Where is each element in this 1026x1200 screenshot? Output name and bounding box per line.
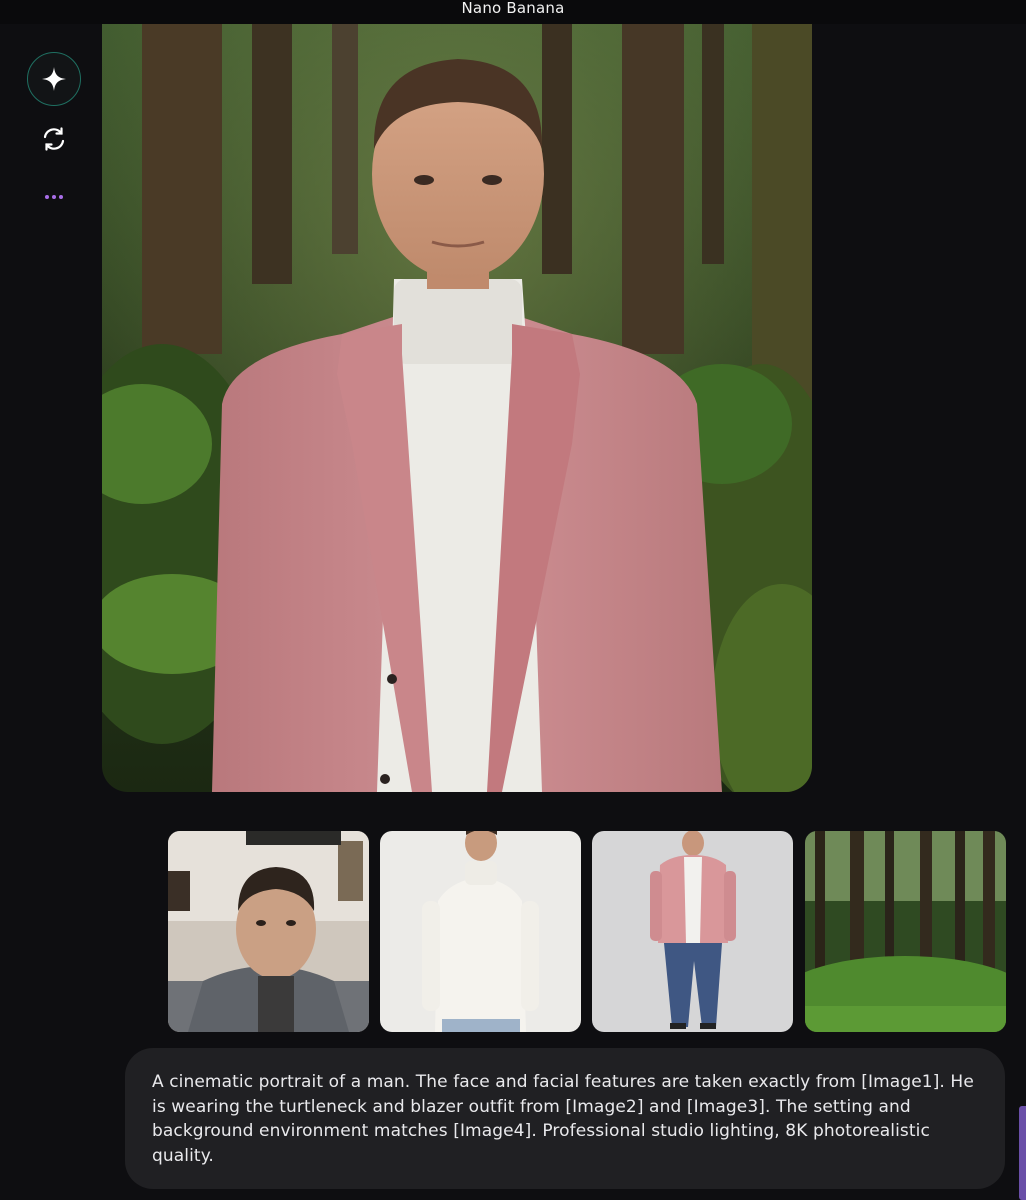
generated-image[interactable]	[102, 24, 812, 792]
top-bar: Nano Banana	[0, 0, 1026, 24]
refresh-button[interactable]	[27, 112, 81, 166]
sidebar	[0, 24, 100, 1200]
refresh-icon	[40, 125, 68, 153]
prompt-box[interactable]: A cinematic portrait of a man. The face …	[125, 1048, 1005, 1189]
prompt-text: A cinematic portrait of a man. The face …	[152, 1072, 974, 1166]
reference-image-4[interactable]	[805, 831, 1006, 1032]
app-title: Nano Banana	[461, 0, 565, 17]
more-icon	[45, 195, 63, 199]
reference-image-3[interactable]	[592, 831, 793, 1032]
sparkle-button[interactable]	[27, 52, 81, 106]
scrollbar[interactable]	[1019, 1106, 1026, 1200]
sparkle-icon	[41, 66, 67, 92]
reference-image-2[interactable]	[380, 831, 581, 1032]
more-button[interactable]	[27, 170, 81, 224]
reference-image-1[interactable]	[168, 831, 369, 1032]
